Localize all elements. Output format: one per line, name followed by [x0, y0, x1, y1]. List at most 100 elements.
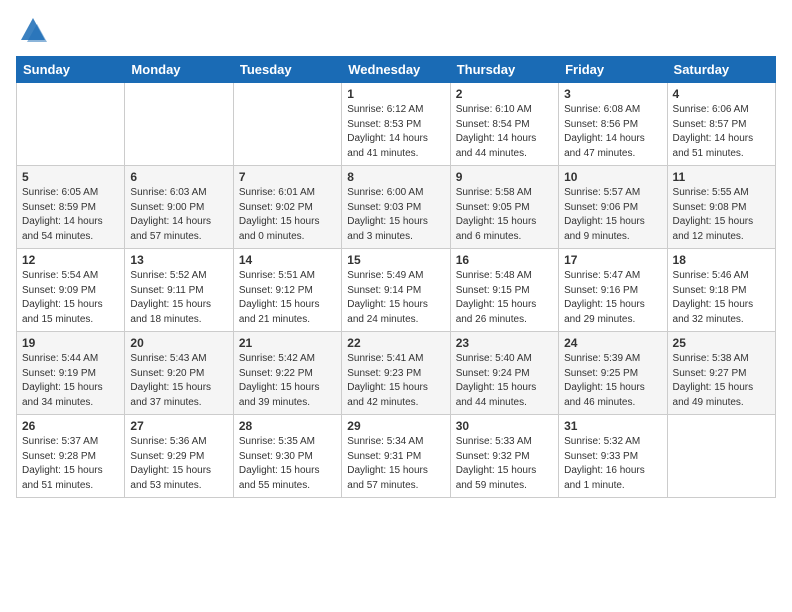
day-number: 22: [347, 336, 444, 350]
day-info: Sunrise: 5:46 AM Sunset: 9:18 PM Dayligh…: [673, 269, 770, 327]
calendar-cell: 16 Sunrise: 5:48 AM Sunset: 9:15 PM Dayli…: [450, 249, 558, 332]
calendar-cell: 15 Sunrise: 5:49 AM Sunset: 9:14 PM Dayli…: [342, 249, 450, 332]
calendar-cell: 31 Sunrise: 5:32 AM Sunset: 9:33 PM Dayli…: [559, 415, 667, 498]
calendar-cell: 22 Sunrise: 5:41 AM Sunset: 9:23 PM Dayli…: [342, 332, 450, 415]
day-info: Sunrise: 5:54 AM Sunset: 9:09 PM Dayligh…: [22, 269, 119, 327]
calendar-cell: 3 Sunrise: 6:08 AM Sunset: 8:56 PM Daylig…: [559, 83, 667, 166]
weekday-header-thursday: Thursday: [450, 57, 558, 83]
weekday-header-saturday: Saturday: [667, 57, 775, 83]
day-number: 15: [347, 253, 444, 267]
calendar-cell: 14Sunrise: 5:51 AM Sunset: 9:12 PM Dayli…: [233, 249, 341, 332]
page-header: [16, 16, 776, 44]
day-number: 5: [22, 170, 119, 184]
calendar-cell: 25Sunrise: 5:38 AM Sunset: 9:27 PM Dayli…: [667, 332, 775, 415]
day-info: Sunrise: 5:48 AM Sunset: 9:15 PM Dayligh…: [456, 269, 553, 327]
calendar-cell: [17, 83, 125, 166]
calendar-table: SundayMondayTuesdayWednesdayThursdayFrid…: [16, 56, 776, 498]
day-number: 13: [130, 253, 227, 267]
calendar-cell: 26 Sunrise: 5:37 AM Sunset: 9:28 PM Dayli…: [17, 415, 125, 498]
day-info: Sunrise: 5:37 AM Sunset: 9:28 PM Dayligh…: [22, 435, 119, 493]
day-number: 11: [673, 170, 770, 184]
day-info: Sunrise: 5:32 AM Sunset: 9:33 PM Dayligh…: [564, 435, 661, 493]
weekday-header-friday: Friday: [559, 57, 667, 83]
day-info: Sunrise: 5:38 AM Sunset: 9:27 PM Dayligh…: [673, 352, 770, 410]
day-number: 12: [22, 253, 119, 267]
day-number: 18: [673, 253, 770, 267]
calendar-cell: [667, 415, 775, 498]
day-info: Sunrise: 5:55 AM Sunset: 9:08 PM Dayligh…: [673, 186, 770, 244]
calendar-cell: 2Sunrise: 6:10 AM Sunset: 8:54 PM Daylig…: [450, 83, 558, 166]
calendar-cell: 21 Sunrise: 5:42 AM Sunset: 9:22 PM Dayli…: [233, 332, 341, 415]
day-number: 24: [564, 336, 661, 350]
calendar-cell: 1 Sunrise: 6:12 AM Sunset: 8:53 PM Daylig…: [342, 83, 450, 166]
calendar-cell: 6Sunrise: 6:03 AM Sunset: 9:00 PM Daylig…: [125, 166, 233, 249]
weekday-header-monday: Monday: [125, 57, 233, 83]
day-number: 26: [22, 419, 119, 433]
calendar-cell: 30 Sunrise: 5:33 AM Sunset: 9:32 PM Dayli…: [450, 415, 558, 498]
calendar-week-row: 5 Sunrise: 6:05 AM Sunset: 8:59 PM Daylig…: [17, 166, 776, 249]
day-number: 9: [456, 170, 553, 184]
day-number: 10: [564, 170, 661, 184]
day-number: 3: [564, 87, 661, 101]
day-info: Sunrise: 5:49 AM Sunset: 9:14 PM Dayligh…: [347, 269, 444, 327]
calendar-cell: 24 Sunrise: 5:39 AM Sunset: 9:25 PM Dayli…: [559, 332, 667, 415]
weekday-header-sunday: Sunday: [17, 57, 125, 83]
calendar-cell: 12 Sunrise: 5:54 AM Sunset: 9:09 PM Dayli…: [17, 249, 125, 332]
day-info: Sunrise: 6:08 AM Sunset: 8:56 PM Dayligh…: [564, 103, 661, 161]
calendar-cell: 28Sunrise: 5:35 AM Sunset: 9:30 PM Dayli…: [233, 415, 341, 498]
calendar-cell: 10 Sunrise: 5:57 AM Sunset: 9:06 PM Dayli…: [559, 166, 667, 249]
day-number: 30: [456, 419, 553, 433]
day-info: Sunrise: 6:05 AM Sunset: 8:59 PM Dayligh…: [22, 186, 119, 244]
calendar-cell: [233, 83, 341, 166]
calendar-week-row: 19 Sunrise: 5:44 AM Sunset: 9:19 PM Dayli…: [17, 332, 776, 415]
day-number: 16: [456, 253, 553, 267]
calendar-cell: 4Sunrise: 6:06 AM Sunset: 8:57 PM Daylig…: [667, 83, 775, 166]
day-info: Sunrise: 5:41 AM Sunset: 9:23 PM Dayligh…: [347, 352, 444, 410]
day-info: Sunrise: 5:58 AM Sunset: 9:05 PM Dayligh…: [456, 186, 553, 244]
calendar-cell: 18 Sunrise: 5:46 AM Sunset: 9:18 PM Dayli…: [667, 249, 775, 332]
day-info: Sunrise: 5:39 AM Sunset: 9:25 PM Dayligh…: [564, 352, 661, 410]
day-number: 23: [456, 336, 553, 350]
day-info: Sunrise: 5:52 AM Sunset: 9:11 PM Dayligh…: [130, 269, 227, 327]
day-number: 1: [347, 87, 444, 101]
day-info: Sunrise: 5:35 AM Sunset: 9:30 PM Dayligh…: [239, 435, 336, 493]
day-info: Sunrise: 6:10 AM Sunset: 8:54 PM Dayligh…: [456, 103, 553, 161]
day-info: Sunrise: 5:42 AM Sunset: 9:22 PM Dayligh…: [239, 352, 336, 410]
day-info: Sunrise: 5:40 AM Sunset: 9:24 PM Dayligh…: [456, 352, 553, 410]
logo: [16, 16, 47, 44]
day-number: 21: [239, 336, 336, 350]
calendar-cell: 7Sunrise: 6:01 AM Sunset: 9:02 PM Daylig…: [233, 166, 341, 249]
calendar-cell: 8 Sunrise: 6:00 AM Sunset: 9:03 PM Daylig…: [342, 166, 450, 249]
day-info: Sunrise: 5:44 AM Sunset: 9:19 PM Dayligh…: [22, 352, 119, 410]
calendar-cell: 11 Sunrise: 5:55 AM Sunset: 9:08 PM Dayli…: [667, 166, 775, 249]
calendar-cell: 19 Sunrise: 5:44 AM Sunset: 9:19 PM Dayli…: [17, 332, 125, 415]
weekday-header-wednesday: Wednesday: [342, 57, 450, 83]
calendar-cell: 20Sunrise: 5:43 AM Sunset: 9:20 PM Dayli…: [125, 332, 233, 415]
day-info: Sunrise: 5:43 AM Sunset: 9:20 PM Dayligh…: [130, 352, 227, 410]
calendar-week-row: 26 Sunrise: 5:37 AM Sunset: 9:28 PM Dayli…: [17, 415, 776, 498]
day-number: 19: [22, 336, 119, 350]
calendar-week-row: 1 Sunrise: 6:12 AM Sunset: 8:53 PM Daylig…: [17, 83, 776, 166]
day-info: Sunrise: 6:01 AM Sunset: 9:02 PM Dayligh…: [239, 186, 336, 244]
day-number: 14: [239, 253, 336, 267]
calendar-cell: 5 Sunrise: 6:05 AM Sunset: 8:59 PM Daylig…: [17, 166, 125, 249]
logo-icon: [19, 16, 47, 44]
day-number: 8: [347, 170, 444, 184]
day-info: Sunrise: 5:36 AM Sunset: 9:29 PM Dayligh…: [130, 435, 227, 493]
day-info: Sunrise: 5:33 AM Sunset: 9:32 PM Dayligh…: [456, 435, 553, 493]
day-number: 29: [347, 419, 444, 433]
weekday-header-row: SundayMondayTuesdayWednesdayThursdayFrid…: [17, 57, 776, 83]
day-number: 27: [130, 419, 227, 433]
day-info: Sunrise: 6:00 AM Sunset: 9:03 PM Dayligh…: [347, 186, 444, 244]
day-info: Sunrise: 5:57 AM Sunset: 9:06 PM Dayligh…: [564, 186, 661, 244]
day-info: Sunrise: 5:47 AM Sunset: 9:16 PM Dayligh…: [564, 269, 661, 327]
calendar-cell: 27 Sunrise: 5:36 AM Sunset: 9:29 PM Dayli…: [125, 415, 233, 498]
day-number: 31: [564, 419, 661, 433]
calendar-cell: 29Sunrise: 5:34 AM Sunset: 9:31 PM Dayli…: [342, 415, 450, 498]
calendar-cell: 9 Sunrise: 5:58 AM Sunset: 9:05 PM Daylig…: [450, 166, 558, 249]
day-number: 6: [130, 170, 227, 184]
calendar-cell: 23 Sunrise: 5:40 AM Sunset: 9:24 PM Dayli…: [450, 332, 558, 415]
day-number: 4: [673, 87, 770, 101]
calendar-cell: 17Sunrise: 5:47 AM Sunset: 9:16 PM Dayli…: [559, 249, 667, 332]
day-info: Sunrise: 6:12 AM Sunset: 8:53 PM Dayligh…: [347, 103, 444, 161]
